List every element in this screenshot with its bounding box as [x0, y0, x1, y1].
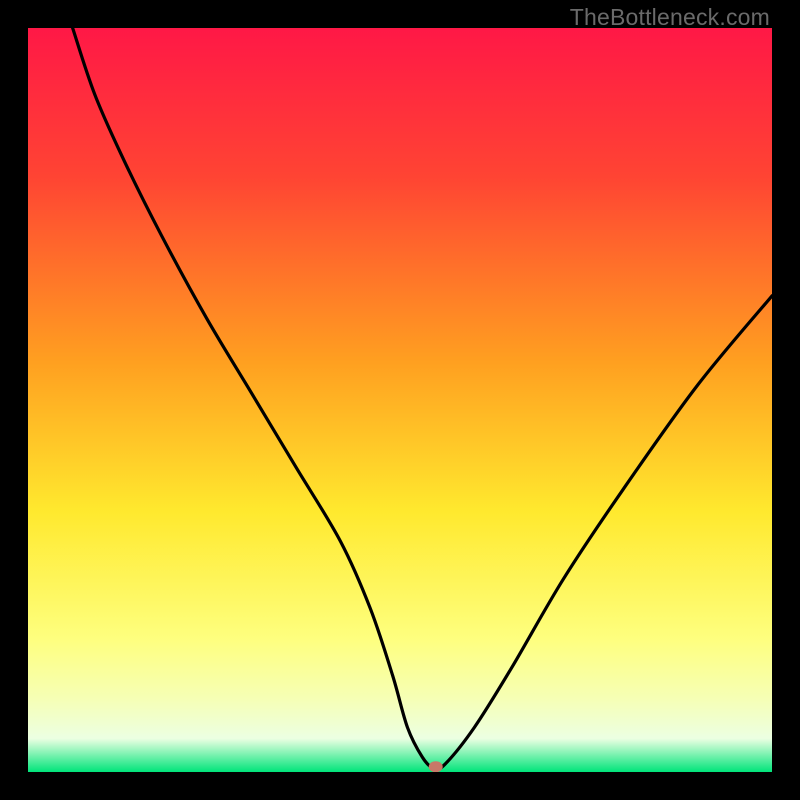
watermark-text: TheBottleneck.com	[570, 4, 770, 31]
optimal-point-marker	[429, 761, 443, 772]
chart-svg	[28, 28, 772, 772]
chart-frame: TheBottleneck.com	[0, 0, 800, 800]
chart-background	[28, 28, 772, 772]
plot-area	[28, 28, 772, 772]
